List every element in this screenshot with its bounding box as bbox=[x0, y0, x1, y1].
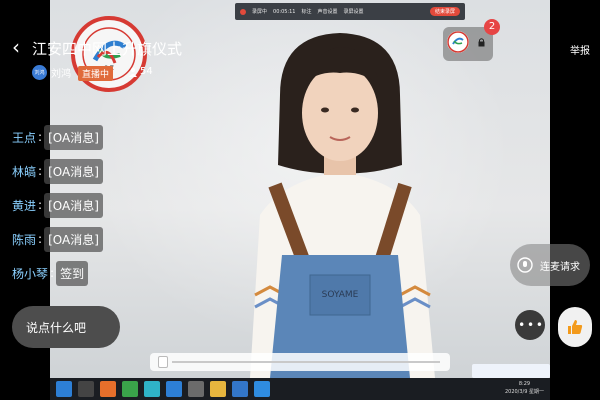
chat-item: 杨小琴 : 签到 bbox=[12, 259, 103, 287]
taskbar-clock[interactable]: 8:29 2020/3/9 星期一 bbox=[505, 380, 544, 396]
chat-user[interactable]: 黄进 bbox=[12, 197, 36, 214]
clock-time: 8:29 bbox=[518, 381, 531, 387]
search-icon[interactable] bbox=[78, 381, 94, 397]
notification-badge: 2 bbox=[484, 19, 500, 35]
video-progress-bar[interactable] bbox=[150, 353, 450, 371]
recorder-time: 00:05:11 bbox=[273, 8, 296, 15]
host-avatar[interactable]: 刘鸿 bbox=[32, 65, 47, 80]
recorder-item-settings[interactable]: 录屏设置 bbox=[344, 8, 364, 15]
co-host-icon bbox=[517, 257, 533, 273]
chat-item: 陈雨 : [OA消息] bbox=[12, 225, 103, 253]
chat-separator: : bbox=[38, 164, 43, 178]
more-dots-icon: • • • bbox=[518, 318, 543, 332]
lock-icon bbox=[478, 38, 485, 47]
chat-item: 王点 : [OA消息] bbox=[12, 123, 103, 151]
chat-message[interactable]: [OA消息] bbox=[44, 124, 103, 150]
recorder-item-annotate[interactable]: 标注 bbox=[301, 8, 311, 15]
thumbs-up-icon bbox=[568, 320, 583, 334]
report-button[interactable]: 举报 bbox=[570, 42, 590, 57]
start-icon[interactable] bbox=[56, 381, 72, 397]
chat-user[interactable]: 林皜 bbox=[12, 163, 36, 180]
recorder-item-sound[interactable]: 声音设置 bbox=[318, 8, 338, 15]
clock-date: 2020/3/9 星期一 bbox=[504, 389, 544, 395]
chat-message[interactable]: [OA消息] bbox=[44, 226, 103, 252]
host-info[interactable]: 刘鸿 刘鸿 bbox=[32, 65, 71, 80]
windows-taskbar: 8:29 2020/3/9 星期一 bbox=[50, 378, 550, 400]
record-indicator-icon bbox=[240, 8, 246, 15]
mic-request-button[interactable]: 连麦请求 bbox=[510, 244, 590, 286]
chat-separator: : bbox=[38, 130, 43, 144]
progress-track[interactable] bbox=[172, 361, 440, 363]
ie-icon[interactable] bbox=[232, 381, 248, 397]
screen-recorder-toolbar: 录屏中 00:05:11 标注 声音设置 录屏设置 结束录屏 bbox=[235, 3, 465, 20]
person-icon bbox=[129, 67, 137, 77]
chat-message[interactable]: [OA消息] bbox=[44, 192, 103, 218]
chat-user[interactable]: 杨小琴 bbox=[12, 265, 48, 282]
stop-recording-button[interactable]: 结束录屏 bbox=[429, 7, 460, 16]
comment-input[interactable]: 说点什么吧 bbox=[12, 306, 120, 348]
media-icon[interactable] bbox=[188, 381, 204, 397]
chat-item: 黄进 : [OA消息] bbox=[12, 191, 103, 219]
chat-message[interactable]: 签到 bbox=[56, 260, 89, 286]
room-logo-icon bbox=[447, 31, 469, 53]
system-tray-popup bbox=[472, 364, 550, 378]
chat-separator: : bbox=[50, 266, 55, 280]
folder-icon[interactable] bbox=[210, 381, 226, 397]
viewer-count-value: 54 bbox=[140, 66, 153, 77]
chat-user[interactable]: 陈雨 bbox=[12, 231, 36, 248]
like-button[interactable] bbox=[558, 307, 592, 347]
chat-item: 林皜 : [OA消息] bbox=[12, 157, 103, 185]
dingtalk-icon[interactable] bbox=[254, 381, 270, 397]
svg-text:SOYAME: SOYAME bbox=[322, 290, 359, 300]
app-icon[interactable] bbox=[144, 381, 160, 397]
mic-request-label: 连麦请求 bbox=[540, 261, 580, 273]
chat-list: 王点 : [OA消息] 林皜 : [OA消息] 黄进 : [OA消息] 陈雨 :… bbox=[12, 123, 103, 293]
firefox-icon[interactable] bbox=[100, 381, 116, 397]
recorder-status: 录屏中 bbox=[252, 9, 268, 15]
presenter-figure: SOYAME bbox=[250, 33, 435, 378]
viewer-count: 54 bbox=[128, 66, 153, 77]
edge-icon[interactable] bbox=[166, 381, 182, 397]
more-options-button[interactable]: • • • bbox=[515, 310, 545, 340]
wechat-icon[interactable] bbox=[122, 381, 138, 397]
chat-separator: : bbox=[38, 198, 43, 212]
page-title: 江安四中网上升旗仪式 bbox=[32, 40, 183, 58]
chat-message[interactable]: [OA消息] bbox=[44, 158, 103, 184]
chat-user[interactable]: 王点 bbox=[12, 129, 36, 146]
back-icon[interactable]: ‹ bbox=[12, 37, 20, 57]
host-name: 刘鸿 bbox=[51, 69, 71, 80]
progress-handle[interactable] bbox=[158, 356, 168, 368]
live-status-badge: 直播中 bbox=[78, 66, 114, 81]
chat-separator: : bbox=[38, 232, 43, 246]
